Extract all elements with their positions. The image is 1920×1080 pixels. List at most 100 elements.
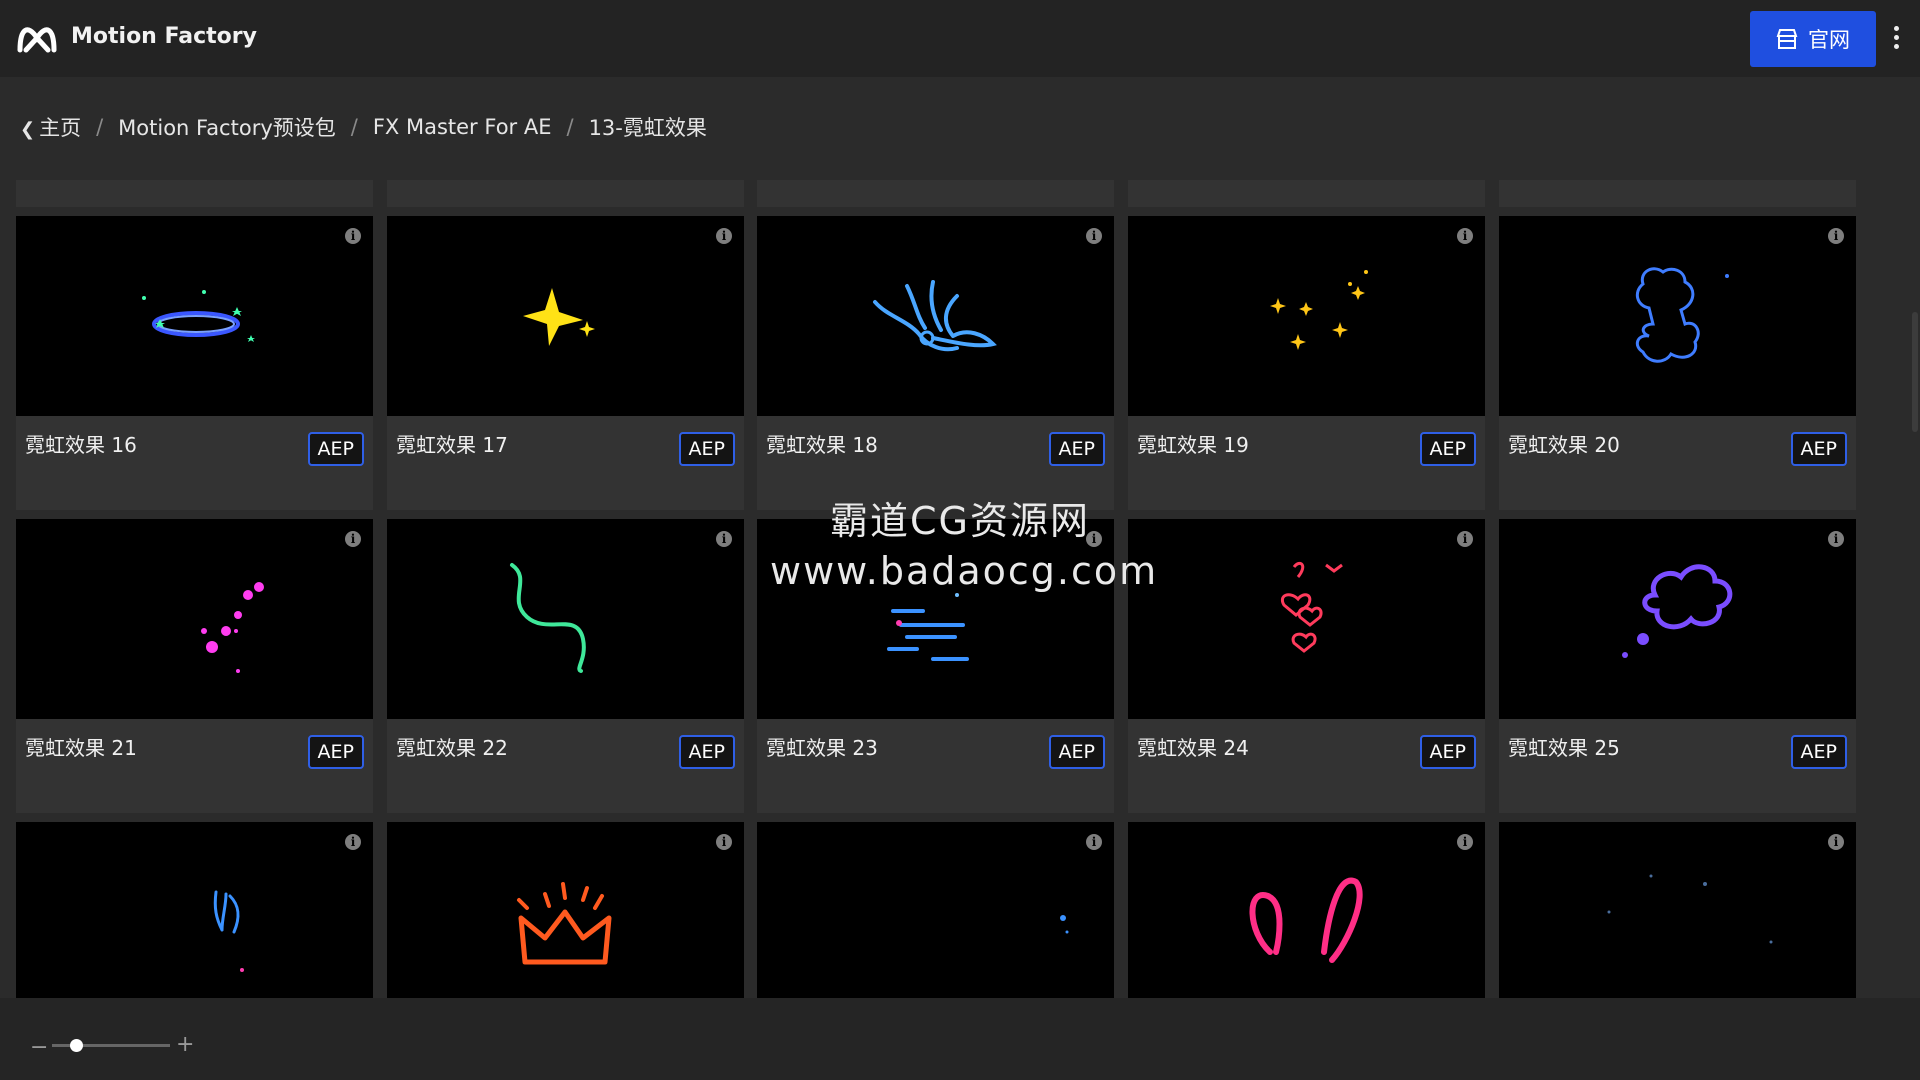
preset-thumbnail <box>16 519 373 719</box>
info-icon[interactable]: i <box>1457 531 1473 547</box>
preset-card[interactable]: i 霓虹效果 25 AEP <box>1499 519 1856 813</box>
preset-name: 霓虹效果 21 <box>25 736 137 760</box>
aep-badge: AEP <box>1419 432 1476 466</box>
aep-badge: AEP <box>678 432 735 466</box>
preset-grid: i 霓虹效果 16 AEP i 霓虹效果 17 AEP i 霓虹效果 18 AEP i 霓虹效果 1… <box>0 180 1880 998</box>
neon-preview-graphic <box>201 582 264 673</box>
neon-preview-graphic <box>1281 561 1343 653</box>
neon-preview-graphic <box>1270 270 1368 350</box>
preset-card[interactable]: i 霓虹效果 18 AEP <box>757 216 1114 510</box>
info-icon[interactable]: i <box>716 834 732 850</box>
preset-thumbnail <box>1128 822 1485 998</box>
preset-name: 霓虹效果 20 <box>1508 433 1620 457</box>
official-site-label: 官网 <box>1808 28 1850 52</box>
neon-preview-graphic <box>142 290 255 342</box>
preset-card[interactable]: i <box>1499 822 1856 998</box>
preset-card[interactable]: i 霓虹效果 24 AEP <box>1128 519 1485 813</box>
preset-thumbnail <box>1128 216 1485 416</box>
scrollbar[interactable] <box>1912 312 1918 432</box>
breadcrumb-separator: / <box>350 115 358 139</box>
info-icon[interactable]: i <box>716 228 732 244</box>
preset-card[interactable]: i 霓虹效果 17 AEP <box>387 216 744 510</box>
aep-badge: AEP <box>1048 432 1105 466</box>
breadcrumb-separator: / <box>96 115 104 139</box>
preset-thumbnail <box>1499 822 1856 998</box>
neon-preview-graphic <box>213 890 244 972</box>
breadcrumb-separator: / <box>566 115 574 139</box>
neon-preview-graphic <box>523 288 595 346</box>
preset-thumbnail <box>1499 216 1856 416</box>
card-strip <box>757 180 1114 207</box>
card-strip <box>1499 180 1856 207</box>
card-strip <box>16 180 373 207</box>
info-icon[interactable]: i <box>716 531 732 547</box>
info-icon[interactable]: i <box>345 531 361 547</box>
preset-thumbnail <box>387 216 744 416</box>
neon-preview-graphic <box>1635 267 1729 363</box>
preset-thumbnail <box>1128 519 1485 719</box>
breadcrumb-preset-pack[interactable]: Motion Factory预设包 <box>118 112 336 142</box>
neon-preview-graphic <box>1060 915 1069 934</box>
top-bar: Motion Factory 官网 <box>0 0 1920 77</box>
more-options-icon[interactable] <box>1888 22 1904 56</box>
preset-thumbnail <box>757 519 1114 719</box>
zoom-slider-handle[interactable] <box>69 1039 83 1052</box>
preset-name: 霓虹效果 19 <box>1137 433 1249 457</box>
neon-preview-graphic <box>1249 877 1363 963</box>
zoom-out-button[interactable]: − <box>30 1035 48 1060</box>
card-strip <box>387 180 744 207</box>
preset-card[interactable]: i 霓虹效果 22 AEP <box>387 519 744 813</box>
breadcrumb: ❮ 主页 / Motion Factory预设包 / FX Master For … <box>20 112 707 142</box>
breadcrumb-home-label: 主页 <box>39 116 82 140</box>
info-icon[interactable]: i <box>345 228 361 244</box>
aep-badge: AEP <box>1790 735 1847 769</box>
preset-name: 霓虹效果 16 <box>25 433 137 457</box>
neon-preview-graphic <box>873 280 997 352</box>
info-icon[interactable]: i <box>1457 834 1473 850</box>
preset-card[interactable]: i 霓虹效果 19 AEP <box>1128 216 1485 510</box>
chevron-left-icon: ❮ <box>20 119 36 140</box>
preset-thumbnail <box>387 822 744 998</box>
neon-preview-graphic <box>887 593 969 661</box>
preset-card[interactable]: i 霓虹效果 20 AEP <box>1499 216 1856 510</box>
breadcrumb-home[interactable]: ❮ 主页 <box>20 112 81 142</box>
aep-badge: AEP <box>1419 735 1476 769</box>
motion-factory-logo-icon <box>17 27 57 53</box>
neon-preview-graphic <box>1607 874 1773 944</box>
preset-name: 霓虹效果 23 <box>766 736 878 760</box>
aep-badge: AEP <box>1048 735 1105 769</box>
preset-name: 霓虹效果 17 <box>396 433 508 457</box>
app-title: Motion Factory <box>71 24 257 49</box>
info-icon[interactable]: i <box>1457 228 1473 244</box>
preset-card[interactable]: i 霓虹效果 23 AEP <box>757 519 1114 813</box>
aep-badge: AEP <box>307 432 364 466</box>
preset-name: 霓虹效果 18 <box>766 433 878 457</box>
preset-card[interactable]: i <box>757 822 1114 998</box>
preset-thumbnail <box>757 822 1114 998</box>
official-site-button[interactable]: 官网 <box>1750 11 1876 67</box>
neon-preview-graphic <box>517 882 612 965</box>
aep-badge: AEP <box>1790 432 1847 466</box>
preset-card[interactable]: i 霓虹效果 21 AEP <box>16 519 373 813</box>
info-icon[interactable]: i <box>1828 228 1844 244</box>
preset-thumbnail <box>1499 519 1856 719</box>
preset-card[interactable]: i <box>387 822 744 998</box>
preset-card[interactable]: i 霓虹效果 16 AEP <box>16 216 373 510</box>
preset-card[interactable]: i <box>1128 822 1485 998</box>
info-icon[interactable]: i <box>1828 834 1844 850</box>
aep-badge: AEP <box>307 735 364 769</box>
preset-card[interactable]: i <box>16 822 373 998</box>
info-icon[interactable]: i <box>1086 834 1102 850</box>
card-strip <box>1128 180 1485 207</box>
zoom-in-button[interactable]: + <box>176 1032 194 1057</box>
info-icon[interactable]: i <box>345 834 361 850</box>
info-icon[interactable]: i <box>1086 228 1102 244</box>
bottom-bar <box>0 998 1920 1080</box>
preset-name: 霓虹效果 22 <box>396 736 508 760</box>
neon-preview-graphic <box>1622 564 1733 658</box>
info-icon[interactable]: i <box>1828 531 1844 547</box>
preset-thumbnail <box>757 216 1114 416</box>
info-icon[interactable]: i <box>1086 531 1102 547</box>
breadcrumb-fx-master[interactable]: FX Master For AE <box>373 115 552 139</box>
preset-name: 霓虹效果 24 <box>1137 736 1249 760</box>
